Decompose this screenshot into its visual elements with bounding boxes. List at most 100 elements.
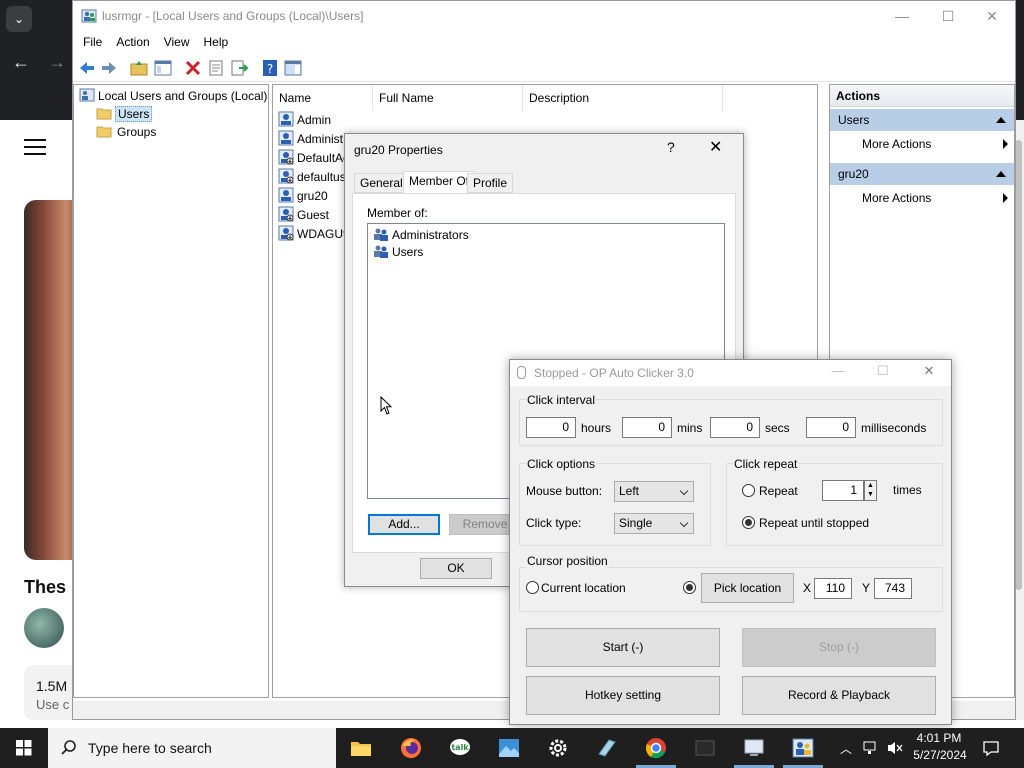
menu-file[interactable]: File — [76, 32, 109, 52]
talk-app-icon[interactable]: talk — [448, 736, 472, 760]
list-item[interactable]: Administ — [278, 130, 343, 149]
actions-section-users[interactable]: Users — [830, 109, 1014, 131]
column-description[interactable]: Description — [523, 85, 723, 111]
taskbar-search-box[interactable]: Type here to search — [48, 728, 336, 768]
milliseconds-label: milliseconds — [861, 421, 927, 435]
tree-item-groups[interactable]: Groups — [96, 123, 158, 141]
current-location-radio[interactable] — [526, 581, 539, 594]
back-arrow-icon[interactable] — [77, 58, 97, 78]
help-button[interactable]: ? — [667, 139, 675, 155]
list-item[interactable]: Guest — [278, 206, 329, 225]
more-actions-gru20[interactable]: More Actions — [862, 187, 1012, 209]
forward-arrow-icon[interactable]: → — [48, 52, 66, 73]
lusrmgr-icon[interactable] — [791, 736, 815, 760]
mins-input[interactable]: 0 — [622, 417, 672, 438]
list-item[interactable]: DefaultAc — [278, 149, 349, 168]
volume-muted-icon[interactable] — [886, 740, 904, 756]
network-icon[interactable] — [862, 740, 880, 756]
secs-label: secs — [765, 421, 790, 435]
settings-gear-icon[interactable] — [546, 736, 570, 760]
hotkey-setting-button[interactable]: Hotkey setting — [526, 676, 720, 715]
windows-start-icon[interactable] — [0, 728, 48, 768]
click-repeat-group — [726, 463, 943, 546]
secs-input[interactable]: 0 — [710, 417, 760, 438]
minimize-button[interactable]: — — [823, 363, 853, 378]
list-item[interactable]: Users — [373, 243, 423, 260]
channel-avatar[interactable] — [24, 608, 64, 648]
notes-app-icon[interactable] — [595, 736, 619, 760]
repeat-count-input[interactable]: 1 — [822, 480, 864, 501]
notifications-icon[interactable] — [982, 739, 1000, 757]
back-arrow-icon[interactable]: ← — [12, 52, 30, 73]
mouse-button-select[interactable]: Left — [614, 481, 694, 502]
start-button[interactable]: Start (-) — [526, 628, 720, 667]
file-explorer-icon[interactable] — [349, 736, 373, 760]
export-list-icon[interactable] — [229, 58, 249, 78]
current-location-label: Current location — [541, 581, 626, 595]
chrome-icon[interactable] — [644, 736, 668, 760]
properties-icon[interactable] — [206, 58, 226, 78]
tab-search-button[interactable]: ⌄ — [6, 6, 32, 32]
milliseconds-input[interactable]: 0 — [806, 417, 856, 438]
title-bar: Stopped - OP Auto Clicker 3.0 — ☐ ✕ — [510, 360, 951, 386]
menu-help[interactable]: Help — [197, 32, 236, 52]
pick-location-radio[interactable] — [683, 581, 696, 594]
video-title[interactable]: Thes — [24, 577, 66, 598]
group-label: Users — [392, 245, 424, 259]
tab-general[interactable]: General — [354, 173, 409, 193]
more-actions-users[interactable]: More Actions — [862, 133, 1012, 155]
repeat-count-stepper[interactable]: ▲ ▼ — [864, 480, 877, 501]
x-input[interactable]: 110 — [814, 578, 852, 599]
up-folder-icon[interactable] — [129, 58, 149, 78]
repeat-until-stopped-radio[interactable] — [742, 516, 755, 529]
terminal-icon[interactable] — [693, 736, 717, 760]
list-item[interactable]: gru20 — [278, 187, 328, 206]
clock-date[interactable]: 5/27/2024 — [910, 748, 970, 762]
help-icon[interactable]: ? — [260, 58, 280, 78]
menu-view[interactable]: View — [157, 32, 197, 52]
minimize-button[interactable]: — — [879, 1, 925, 32]
firefox-icon[interactable] — [399, 736, 423, 760]
forward-arrow-icon[interactable] — [99, 58, 119, 78]
mins-label: mins — [677, 421, 703, 435]
computer-management-icon[interactable] — [742, 736, 766, 760]
list-item[interactable]: Administrators — [373, 226, 469, 243]
actions-section-gru20[interactable]: gru20 — [830, 163, 1014, 185]
page-scrollbar-thumb[interactable] — [1015, 140, 1022, 590]
close-button[interactable]: ✕ — [914, 363, 944, 379]
list-item[interactable]: defaultus — [278, 168, 346, 187]
folder-icon — [96, 126, 112, 138]
list-item[interactable]: WDAGUti — [278, 225, 349, 244]
repeat-radio[interactable] — [742, 484, 755, 497]
hamburger-menu-icon[interactable] — [24, 139, 46, 157]
record-playback-button[interactable]: Record & Playback — [742, 676, 936, 715]
group-label: Administrators — [392, 228, 469, 242]
y-input[interactable]: 743 — [874, 578, 912, 599]
close-button[interactable]: ✕ — [969, 1, 1015, 32]
delete-icon[interactable] — [183, 58, 203, 78]
list-item[interactable]: Admin — [278, 111, 331, 130]
add-button[interactable]: Add... — [368, 514, 440, 535]
hours-input[interactable]: 0 — [526, 417, 576, 438]
maximize-button[interactable]: ☐ — [868, 363, 898, 379]
show-hide-tree-icon[interactable] — [153, 58, 173, 78]
ok-button[interactable]: OK — [420, 558, 492, 579]
tree-root[interactable]: Local Users and Groups (Local) — [79, 87, 267, 105]
clock-time[interactable]: 4:01 PM — [912, 731, 966, 745]
column-name[interactable]: Name — [273, 85, 373, 111]
photos-app-icon[interactable] — [497, 736, 521, 760]
click-type-select[interactable]: Single — [614, 513, 694, 534]
column-full-name[interactable]: Full Name — [373, 85, 523, 111]
click-type-value: Single — [619, 516, 653, 530]
menu-action[interactable]: Action — [109, 32, 156, 52]
tab-profile[interactable]: Profile — [467, 173, 514, 193]
close-button[interactable]: ✕ — [709, 137, 722, 157]
stop-button[interactable]: Stop (-) — [742, 628, 936, 667]
pick-location-button[interactable]: Pick location — [701, 573, 794, 603]
show-hide-action-pane-icon[interactable] — [283, 58, 303, 78]
tray-chevron-up-icon[interactable]: ︿ — [840, 740, 852, 757]
tree-item-users[interactable]: Users — [96, 105, 153, 123]
tree-root-label: Local Users and Groups (Local) — [98, 89, 268, 103]
maximize-button[interactable]: ☐ — [925, 1, 971, 32]
tab-member-of[interactable]: Member Of — [403, 171, 476, 194]
